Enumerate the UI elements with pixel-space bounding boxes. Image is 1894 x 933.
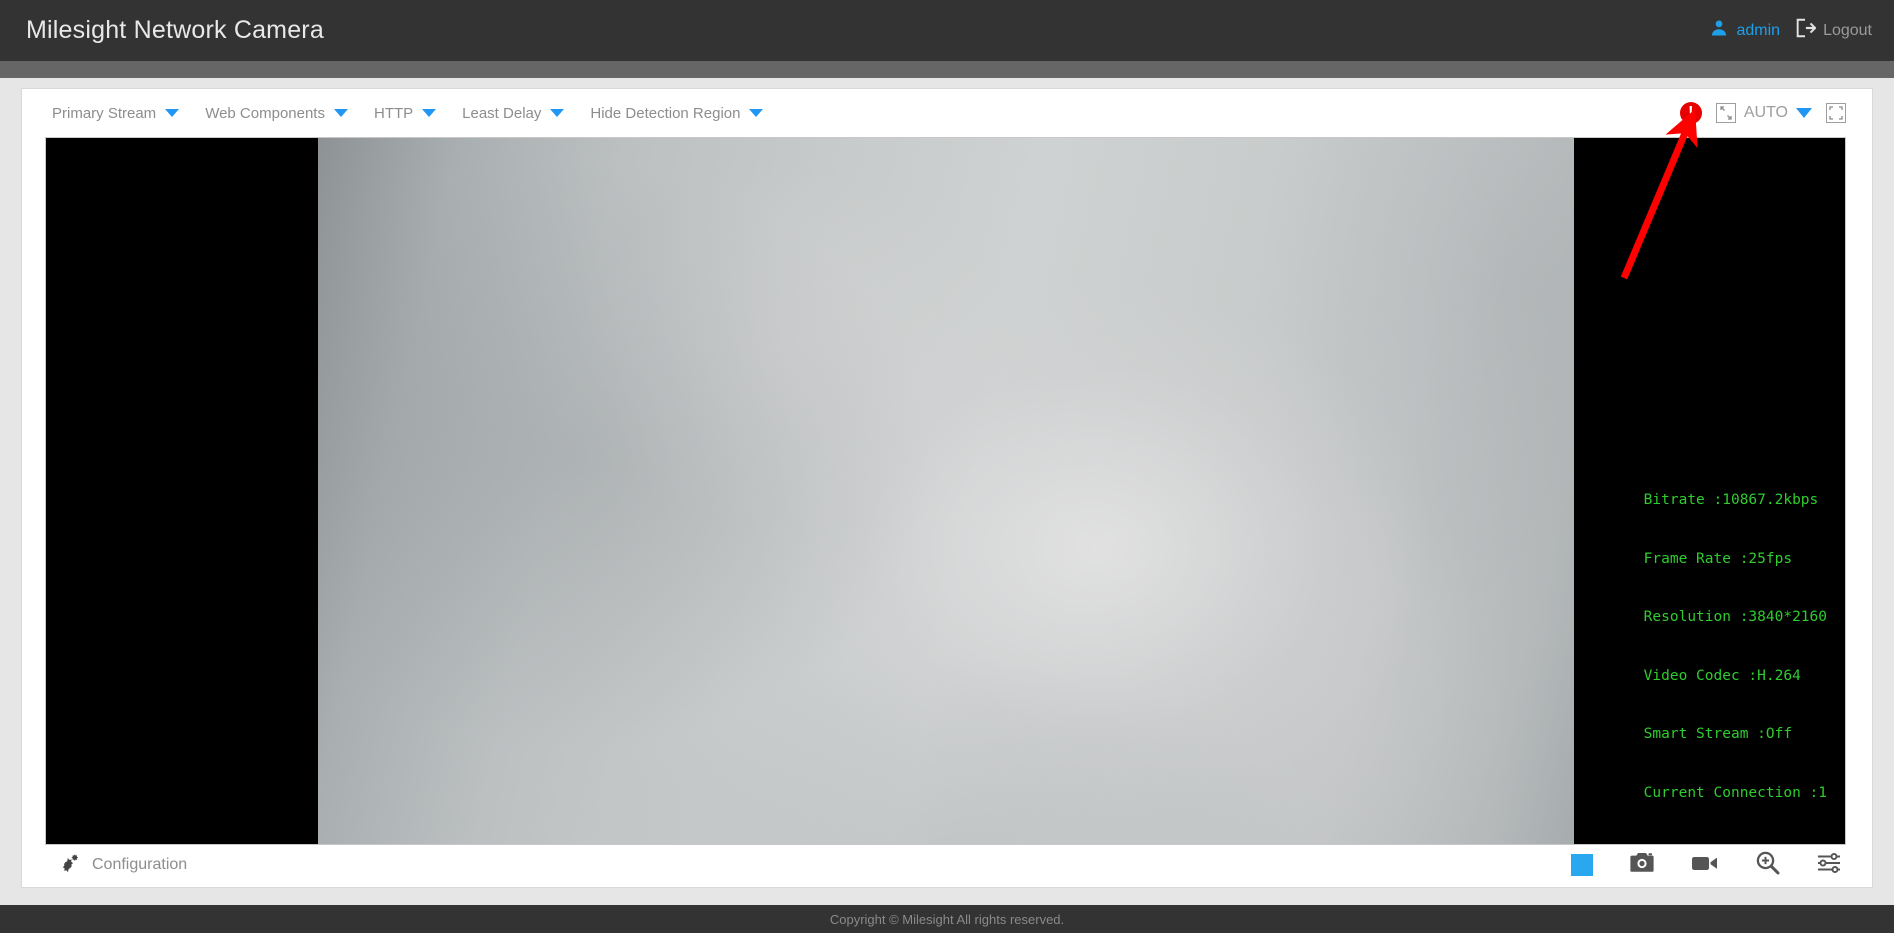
dropdown-primary-stream[interactable]: Primary Stream bbox=[52, 104, 180, 122]
aspect-ratio-label: AUTO bbox=[1743, 104, 1788, 121]
player-bottom-bar: Configuration bbox=[22, 843, 1872, 887]
chevron-down-icon bbox=[550, 109, 565, 117]
shrink-icon bbox=[1715, 103, 1736, 123]
zoom-in-icon bbox=[1755, 850, 1780, 880]
sliders-icon bbox=[1816, 852, 1842, 879]
record-button[interactable] bbox=[1691, 853, 1719, 878]
osd-current-connection: Current Connection :1 bbox=[1643, 784, 1827, 801]
dropdown-detection-region[interactable]: Hide Detection Region bbox=[590, 104, 764, 122]
header-divider-strip bbox=[0, 61, 1894, 78]
chevron-down-icon bbox=[165, 109, 180, 117]
page-title: Milesight Network Camera bbox=[26, 16, 324, 44]
chevron-down-icon bbox=[1796, 108, 1812, 118]
copyright-text: Copyright © Milesight All rights reserve… bbox=[829, 911, 1065, 927]
stream-options-toolbar: Primary Stream Web Components HTTP Least… bbox=[22, 89, 1872, 137]
configuration-button[interactable]: Configuration bbox=[60, 853, 187, 877]
osd-video-codec: Video Codec :H.264 bbox=[1643, 667, 1801, 684]
dropdown-latency-mode[interactable]: Least Delay bbox=[462, 104, 565, 122]
osd-resolution: Resolution :3840*2160 bbox=[1643, 609, 1827, 625]
fullscreen-icon[interactable] bbox=[1826, 103, 1846, 123]
osd-frame-rate: Frame Rate :25fps bbox=[1643, 550, 1793, 567]
chevron-down-icon bbox=[749, 109, 764, 117]
user-icon bbox=[1709, 18, 1729, 43]
video-player[interactable]: Bitrate :10867.2kbps Frame Rate :25fps R… bbox=[45, 137, 1846, 845]
chevron-down-icon bbox=[422, 109, 437, 117]
user-name-label: admin bbox=[1736, 21, 1781, 39]
live-view-panel: Primary Stream Web Components HTTP Least… bbox=[21, 88, 1873, 888]
dropdown-label: HTTP bbox=[373, 104, 414, 122]
snapshot-button[interactable] bbox=[1629, 851, 1655, 879]
app-header: Milesight Network Camera admin Logout bbox=[0, 0, 1894, 61]
user-account[interactable]: admin bbox=[1709, 18, 1780, 43]
logout-button[interactable]: Logout bbox=[1794, 17, 1872, 44]
osd-overlay: Bitrate :10867.2kbps Frame Rate :25fps R… bbox=[1644, 452, 1827, 842]
stop-button[interactable] bbox=[1571, 854, 1593, 876]
page-footer: Copyright © Milesight All rights reserve… bbox=[0, 905, 1894, 933]
dropdown-label: Web Components bbox=[205, 104, 325, 122]
alert-exclamation-icon[interactable]: ! bbox=[1679, 102, 1702, 124]
stop-square-icon bbox=[1571, 854, 1593, 876]
osd-bitrate: Bitrate :10867.2kbps bbox=[1643, 492, 1819, 508]
osd-smart-stream: Smart Stream :Off bbox=[1643, 726, 1793, 742]
header-actions: admin Logout bbox=[1709, 17, 1872, 44]
dropdown-label: Least Delay bbox=[462, 104, 542, 122]
chevron-down-icon bbox=[333, 109, 348, 117]
dropdown-protocol[interactable]: HTTP bbox=[373, 104, 437, 122]
aspect-ratio-selector[interactable]: AUTO bbox=[1715, 103, 1812, 123]
player-tools bbox=[1571, 850, 1842, 880]
view-controls: ! AUTO bbox=[1679, 89, 1846, 137]
camera-icon bbox=[1629, 851, 1655, 879]
dropdown-label: Primary Stream bbox=[52, 104, 157, 122]
video-frame bbox=[318, 138, 1574, 844]
configuration-label: Configuration bbox=[92, 856, 188, 873]
dropdown-web-components[interactable]: Web Components bbox=[205, 105, 348, 122]
gear-icon bbox=[60, 853, 81, 877]
image-settings-button[interactable] bbox=[1816, 852, 1842, 879]
logout-label: Logout bbox=[1823, 21, 1872, 39]
logout-icon bbox=[1794, 17, 1817, 44]
dropdown-label: Hide Detection Region bbox=[590, 104, 741, 122]
digital-zoom-button[interactable] bbox=[1755, 850, 1780, 880]
video-camera-icon bbox=[1691, 853, 1719, 878]
